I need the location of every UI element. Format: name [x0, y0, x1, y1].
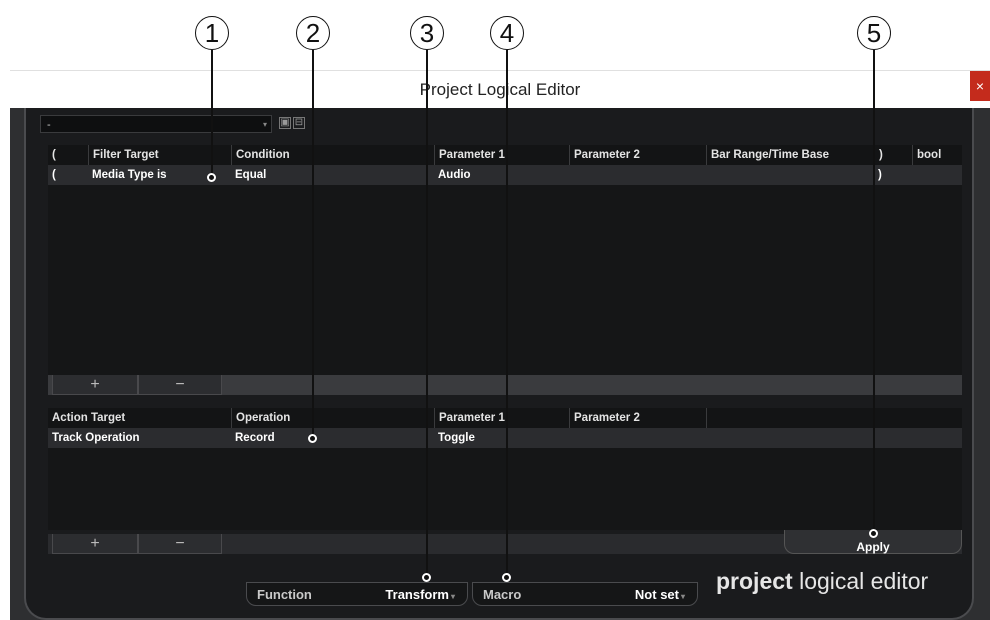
callout-3: 3 [410, 16, 444, 50]
column-header-close-bracket[interactable]: ) [874, 145, 912, 165]
column-header-operation[interactable]: Operation [231, 408, 434, 428]
add-action-button[interactable]: + [52, 534, 138, 554]
brand-logo: project logical editor [716, 568, 929, 594]
close-button[interactable]: × [970, 71, 990, 101]
column-header-action-parameter-1[interactable]: Parameter 1 [434, 408, 569, 428]
column-header-bar-range[interactable]: Bar Range/Time Base [706, 145, 874, 165]
cell-action-parameter-1[interactable]: Toggle [434, 428, 569, 448]
filter-table: ( Filter Target Condition Parameter 1 Pa… [48, 145, 962, 375]
callout-2-line [312, 50, 314, 437]
remove-filter-button[interactable]: − [138, 375, 222, 395]
table-row[interactable]: ( Media Type is Equal Audio ) [48, 165, 962, 185]
window-title: Project Logical Editor [419, 80, 581, 99]
cell-bar-range[interactable] [706, 165, 874, 185]
macro-value: Not set ▾ [634, 587, 685, 602]
column-header-filter-target[interactable]: Filter Target [88, 145, 231, 165]
macro-label: Macro [483, 587, 522, 602]
column-header-spacer [706, 408, 960, 428]
remove-preset-icon[interactable]: ⊟ [293, 117, 305, 129]
title-bar: Project Logical Editor × [10, 70, 990, 109]
cell-operation[interactable]: Record [231, 428, 434, 448]
column-header-action-target[interactable]: Action Target [48, 408, 231, 428]
callout-2-dot [308, 434, 317, 443]
column-header-condition[interactable]: Condition [231, 145, 434, 165]
function-value: Transform ▾ [385, 587, 455, 602]
store-preset-icon[interactable]: ▣ [279, 117, 291, 129]
cell-parameter-2[interactable] [569, 165, 706, 185]
column-header-action-parameter-2[interactable]: Parameter 2 [569, 408, 706, 428]
callout-1: 1 [195, 16, 229, 50]
preset-value: - [47, 119, 51, 131]
cell-action-target[interactable]: Track Operation [48, 428, 231, 448]
cell-bool[interactable] [912, 165, 960, 185]
callout-5-line [873, 50, 875, 532]
action-table: Action Target Operation Parameter 1 Para… [48, 408, 962, 530]
cell-parameter-1[interactable]: Audio [434, 165, 569, 185]
filter-header: ( Filter Target Condition Parameter 1 Pa… [48, 145, 962, 166]
callout-5: 5 [857, 16, 891, 50]
cell-action-parameter-2[interactable] [569, 428, 706, 448]
action-header: Action Target Operation Parameter 1 Para… [48, 408, 962, 429]
callout-4: 4 [490, 16, 524, 50]
callout-5-dot [869, 529, 878, 538]
preset-selector[interactable]: - ▾ [40, 115, 272, 133]
cell-condition[interactable]: Equal [231, 165, 434, 185]
callout-4-line [506, 50, 508, 576]
column-header-bool[interactable]: bool [912, 145, 960, 165]
function-selector[interactable]: Function Transform ▾ [246, 582, 468, 606]
macro-selector[interactable]: Macro Not set ▾ [472, 582, 698, 606]
cell-close-bracket[interactable]: ) [874, 165, 912, 185]
chevron-down-icon: ▾ [450, 592, 455, 601]
callout-1-line [211, 50, 213, 177]
callout-4-dot [502, 573, 511, 582]
function-label: Function [257, 587, 312, 602]
column-header-parameter-2[interactable]: Parameter 2 [569, 145, 706, 165]
column-header-open-bracket[interactable]: ( [48, 145, 88, 165]
chevron-down-icon: ▾ [680, 592, 685, 601]
table-row[interactable]: Track Operation Record Toggle [48, 428, 962, 448]
callout-3-dot [422, 573, 431, 582]
chevron-down-icon: ▾ [262, 120, 267, 129]
callout-2: 2 [296, 16, 330, 50]
add-filter-button[interactable]: + [52, 375, 138, 395]
remove-action-button[interactable]: − [138, 534, 222, 554]
filter-button-bar: + − [48, 375, 962, 395]
cell-open-bracket[interactable]: ( [48, 165, 88, 185]
callout-1-dot [207, 173, 216, 182]
column-header-parameter-1[interactable]: Parameter 1 [434, 145, 569, 165]
callout-3-line [426, 50, 428, 576]
